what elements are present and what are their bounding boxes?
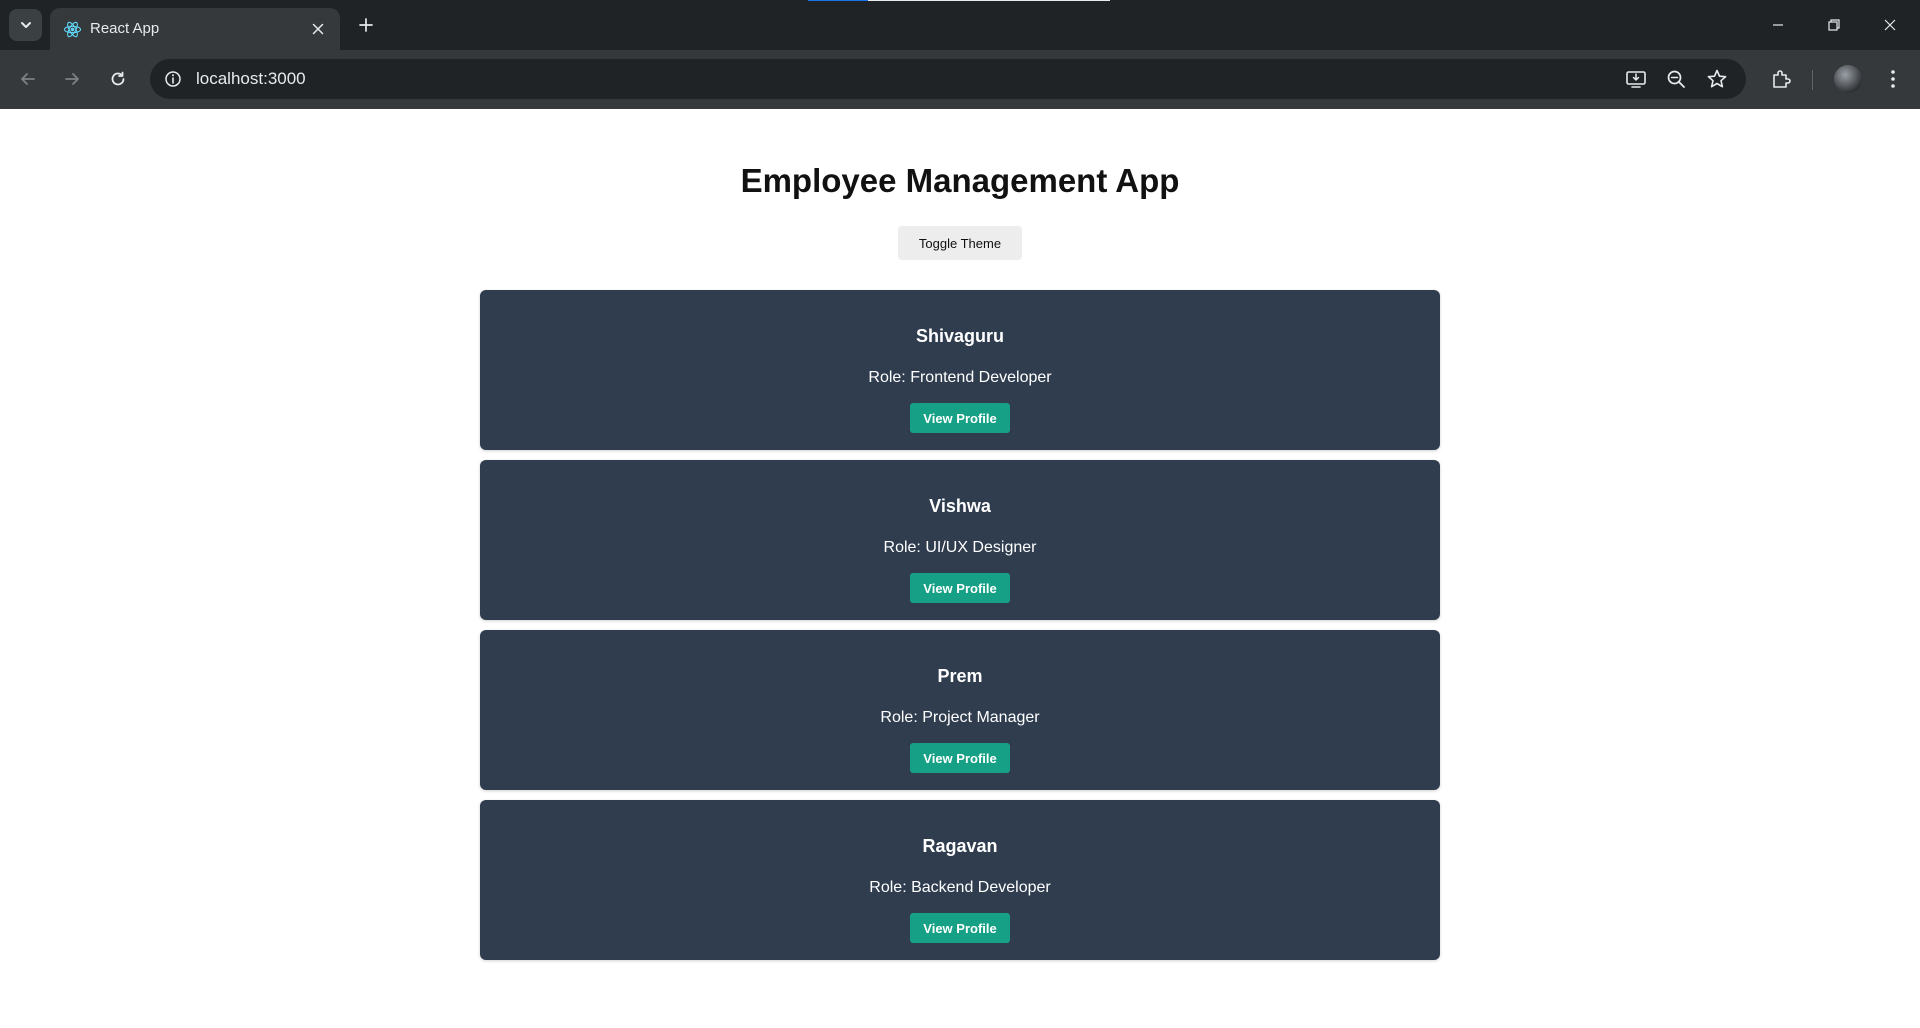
- tab-strip: React App: [0, 0, 1920, 50]
- browser-chrome: React App localhost:3000: [0, 0, 1920, 109]
- url-text[interactable]: localhost:3000: [196, 69, 306, 89]
- employee-role: Role: UI/UX Designer: [883, 539, 1037, 556]
- restore-button[interactable]: [1806, 0, 1862, 50]
- browser-toolbar: localhost:3000: [0, 50, 1920, 109]
- close-window-button[interactable]: [1862, 0, 1918, 50]
- plus-icon: [358, 17, 374, 33]
- zoom-out-icon[interactable]: [1664, 67, 1688, 91]
- chevron-down-icon: [19, 18, 33, 32]
- loading-indicator: [808, 0, 868, 1]
- arrow-right-icon: [63, 70, 81, 88]
- minimize-button[interactable]: [1750, 0, 1806, 50]
- toolbar-divider: [1812, 70, 1813, 90]
- star-icon[interactable]: [1705, 67, 1729, 91]
- employee-name: Prem: [937, 666, 983, 686]
- view-profile-button[interactable]: View Profile: [910, 743, 1010, 773]
- react-icon: [63, 20, 82, 39]
- extensions-icon[interactable]: [1767, 65, 1795, 93]
- toggle-theme-button[interactable]: Toggle Theme: [898, 226, 1022, 260]
- employee-name: Shivaguru: [915, 326, 1004, 346]
- page-title: Employee Management App: [740, 162, 1180, 199]
- employee-card: Prem Role: Project Manager View Profile: [480, 630, 1440, 790]
- back-button[interactable]: [13, 64, 43, 94]
- new-tab-button[interactable]: [354, 13, 378, 37]
- reload-button[interactable]: [103, 64, 133, 94]
- more-vertical-icon[interactable]: [1879, 65, 1907, 93]
- tab-active[interactable]: React App: [50, 8, 340, 50]
- employee-card: Vishwa Role: UI/UX Designer View Profile: [480, 460, 1440, 620]
- info-icon[interactable]: [161, 67, 185, 91]
- close-icon: [1883, 18, 1897, 32]
- tab-title: React App: [90, 20, 160, 37]
- employee-list: Shivaguru Role: Frontend Developer View …: [480, 290, 1440, 970]
- close-icon[interactable]: [308, 19, 328, 39]
- install-app-icon[interactable]: [1624, 67, 1648, 91]
- forward-button[interactable]: [57, 64, 87, 94]
- avatar[interactable]: [1834, 65, 1862, 93]
- view-profile-button[interactable]: View Profile: [910, 573, 1010, 603]
- loading-indicator-track: [868, 0, 1110, 1]
- view-profile-button[interactable]: View Profile: [910, 403, 1010, 433]
- view-profile-button[interactable]: View Profile: [910, 913, 1010, 943]
- arrow-left-icon: [19, 70, 37, 88]
- employee-card: Shivaguru Role: Frontend Developer View …: [480, 290, 1440, 450]
- address-bar[interactable]: localhost:3000: [150, 59, 1746, 99]
- employee-name: Vishwa: [929, 496, 991, 516]
- employee-card: Ragavan Role: Backend Developer View Pro…: [480, 800, 1440, 960]
- employee-role: Role: Frontend Developer: [868, 369, 1052, 386]
- employee-role: Role: Project Manager: [880, 709, 1040, 726]
- minimize-icon: [1771, 18, 1785, 32]
- restore-icon: [1827, 18, 1841, 32]
- reload-icon: [109, 70, 127, 88]
- employee-role: Role: Backend Developer: [869, 879, 1051, 896]
- tab-search-button[interactable]: [9, 9, 42, 41]
- employee-name: Ragavan: [922, 836, 998, 856]
- page-content: Employee Management App Toggle Theme Shi…: [0, 109, 1920, 1028]
